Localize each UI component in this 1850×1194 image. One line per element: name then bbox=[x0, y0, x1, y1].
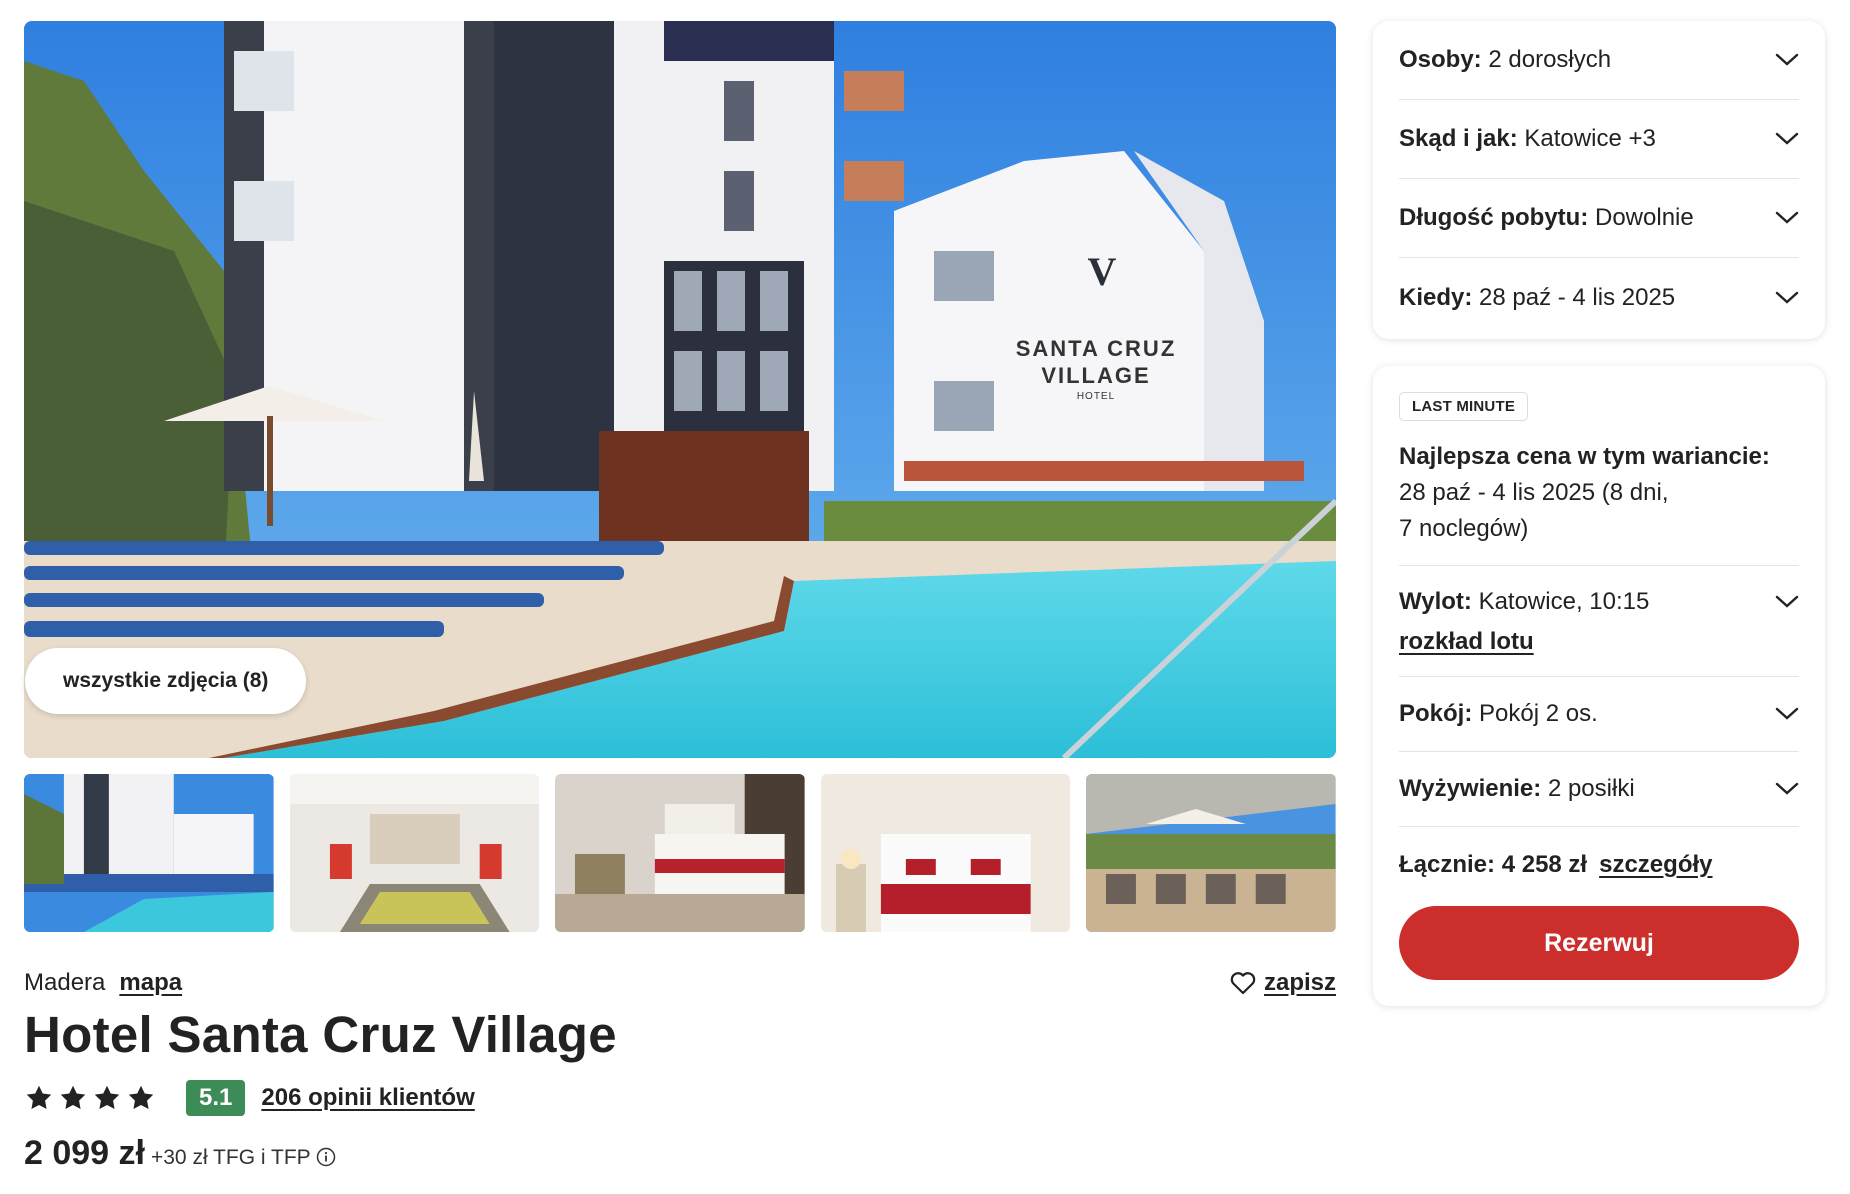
total-label: Łącznie: bbox=[1399, 850, 1496, 878]
thumbnail-lobby-image bbox=[289, 774, 540, 932]
price-extra-fees: +30 zł TFG i TFP bbox=[150, 1146, 311, 1169]
room-selector[interactable]: Pokój: Pokój 2 os. bbox=[1399, 677, 1799, 752]
persons-selector[interactable]: Osoby: 2 dorosłych bbox=[1399, 21, 1799, 100]
chevron-down-icon bbox=[1775, 595, 1799, 608]
map-link[interactable]: mapa bbox=[119, 969, 182, 997]
thumbnail-2[interactable] bbox=[289, 774, 540, 932]
best-price-title: Najlepsza cena w tym wariancie: bbox=[1399, 443, 1770, 470]
flight-schedule-link[interactable]: rozkład lotu bbox=[1399, 628, 1534, 656]
persons-label: Osoby: bbox=[1399, 46, 1482, 73]
svg-text:HOTEL: HOTEL bbox=[1077, 391, 1115, 402]
last-minute-badge: LAST MINUTE bbox=[1399, 392, 1529, 421]
dates-label: Kiedy: bbox=[1399, 283, 1473, 311]
svg-text:SANTA CRUZ: SANTA CRUZ bbox=[1016, 336, 1177, 361]
star-icon bbox=[26, 1085, 52, 1109]
chevron-down-icon bbox=[1775, 782, 1799, 795]
details-link[interactable]: szczegóły bbox=[1599, 851, 1712, 879]
offer-card: LAST MINUTE Najlepsza cena w tym warianc… bbox=[1373, 366, 1825, 1006]
star-rating bbox=[24, 1084, 156, 1112]
score-badge: 5.1 bbox=[186, 1080, 246, 1116]
price-value: 2 099 zł bbox=[24, 1134, 145, 1172]
thumbnail-double-room-image bbox=[555, 774, 805, 932]
chevron-down-icon bbox=[1775, 291, 1799, 304]
star-icon bbox=[60, 1085, 86, 1109]
board-label: Wyżywienie: bbox=[1399, 775, 1542, 802]
svg-text:VILLAGE: VILLAGE bbox=[1041, 363, 1150, 388]
hotel-name: Hotel Santa Cruz Village bbox=[24, 1006, 617, 1063]
chevron-down-icon bbox=[1775, 211, 1799, 224]
region-name: Madera bbox=[24, 969, 106, 996]
departure-value: Katowice +3 bbox=[1524, 125, 1656, 152]
thumbnail-4[interactable] bbox=[820, 774, 1071, 932]
thumbnail-terrace-image bbox=[1086, 774, 1336, 932]
thumbnail-5[interactable] bbox=[1086, 774, 1336, 932]
heart-icon bbox=[1230, 972, 1256, 995]
best-price-info: Najlepsza cena w tym wariancie: 28 paź -… bbox=[1399, 439, 1799, 566]
all-photos-button[interactable]: wszystkie zdjęcia (8) bbox=[25, 648, 307, 714]
room-value: Pokój 2 os. bbox=[1479, 700, 1598, 727]
dates-value: 28 paź - 4 lis 2025 bbox=[1479, 283, 1676, 311]
thumbnail-strip bbox=[24, 774, 1336, 932]
flight-section: Wylot: Katowice, 10:15 rozkład lotu bbox=[1399, 566, 1799, 677]
dates-selector[interactable]: Kiedy: 28 paź - 4 lis 2025 bbox=[1399, 258, 1799, 337]
chevron-down-icon bbox=[1775, 53, 1799, 66]
info-icon[interactable] bbox=[316, 1147, 336, 1167]
price-row: 2 099 zł +30 zł TFG i TFP bbox=[24, 1134, 336, 1173]
board-value: 2 posiłki bbox=[1547, 775, 1635, 802]
room-label: Pokój: bbox=[1399, 700, 1473, 727]
departure-label: Skąd i jak: bbox=[1399, 125, 1518, 152]
stay-length-label: Długość pobytu: bbox=[1399, 204, 1589, 231]
chevron-down-icon bbox=[1775, 707, 1799, 720]
total-price-row: Łącznie: 4 258 zł szczegóły bbox=[1399, 827, 1799, 902]
star-icon bbox=[128, 1085, 154, 1109]
total-value: 4 258 zł bbox=[1501, 850, 1588, 878]
stay-length-value: Dowolnie bbox=[1595, 204, 1694, 231]
stay-length-selector[interactable]: Długość pobytu: Dowolnie bbox=[1399, 179, 1799, 258]
flight-label: Wylot: bbox=[1399, 588, 1472, 615]
reviews-link[interactable]: 206 opinii klientów bbox=[261, 1084, 474, 1112]
save-button[interactable]: zapisz bbox=[1230, 969, 1336, 997]
chevron-down-icon bbox=[1775, 132, 1799, 145]
search-options-card: Osoby: 2 dorosłych Skąd i jak: Katowice … bbox=[1373, 21, 1825, 339]
star-icon bbox=[94, 1085, 120, 1109]
board-selector[interactable]: Wyżywienie: 2 posiłki bbox=[1399, 752, 1799, 827]
region-row: Madera mapa zapisz bbox=[24, 966, 1336, 1000]
flight-selector[interactable]: Wylot: Katowice, 10:15 bbox=[1399, 588, 1799, 616]
persons-value: 2 dorosłych bbox=[1488, 46, 1612, 73]
save-label: zapisz bbox=[1263, 969, 1336, 996]
thumbnail-pool-exterior-image bbox=[24, 774, 274, 932]
rating-row: 5.1 206 opinii klientów bbox=[24, 1078, 475, 1118]
thumbnail-3[interactable] bbox=[555, 774, 805, 932]
best-price-dates-line2: 7 noclegów) bbox=[1399, 515, 1529, 542]
thumbnail-1[interactable] bbox=[24, 774, 274, 932]
departure-selector[interactable]: Skąd i jak: Katowice +3 bbox=[1399, 100, 1799, 179]
flight-value: Katowice, 10:15 bbox=[1478, 588, 1650, 615]
book-button[interactable]: Rezerwuj bbox=[1399, 906, 1799, 980]
best-price-dates-line1: 28 paź - 4 lis 2025 (8 dni, bbox=[1399, 479, 1669, 506]
thumbnail-twin-room-image bbox=[820, 774, 1071, 932]
hotel-logo-mark: V bbox=[1088, 249, 1117, 294]
